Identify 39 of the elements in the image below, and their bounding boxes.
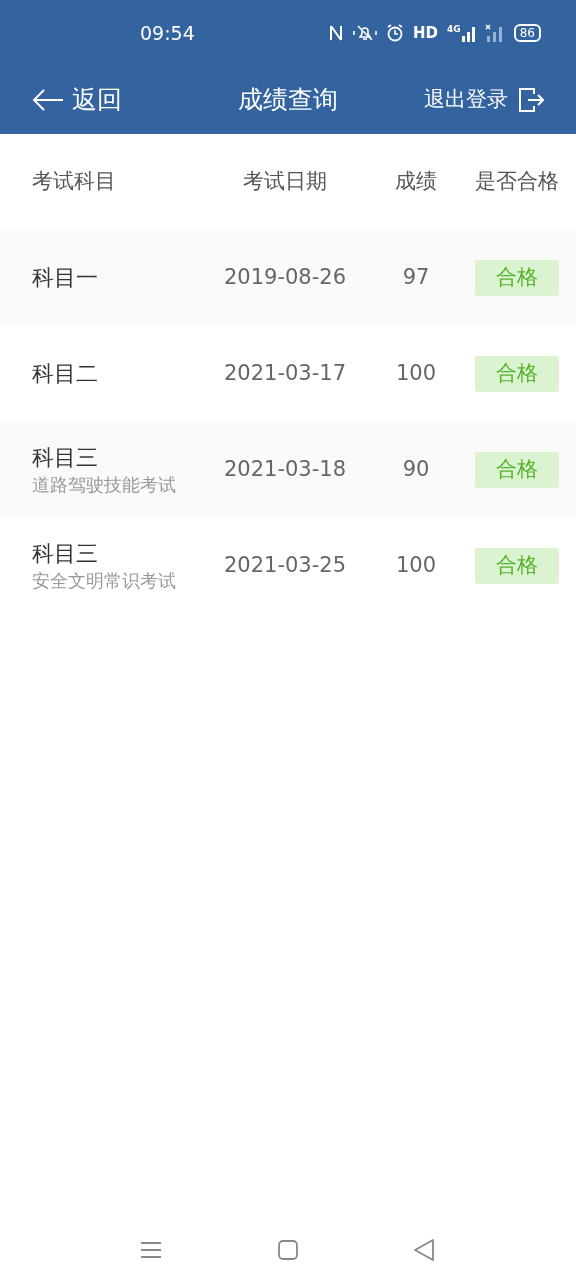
hd-indicator: HD [413, 22, 438, 44]
score: 100 [395, 553, 437, 578]
column-header: 是否合格 [475, 169, 559, 194]
score: 90 [402, 457, 430, 482]
column-header: 成绩 [395, 169, 437, 194]
exam-date: 2021-03-25 [223, 553, 346, 578]
nfc-icon [328, 24, 344, 42]
score: 100 [395, 361, 437, 386]
exam-date: 2021-03-17 [223, 361, 346, 386]
home-icon[interactable] [278, 1240, 298, 1260]
subject-note: 安全文明常识考试 [32, 569, 177, 593]
page-title: 成绩查询 [238, 84, 338, 117]
column-header: 考试科目 [32, 169, 116, 194]
result-badge: 合格 [475, 260, 559, 296]
menu-icon[interactable] [140, 1241, 162, 1259]
exam-date: 2021-03-18 [223, 457, 346, 482]
battery-indicator: 86 [513, 24, 541, 42]
result-badge: 合格 [475, 548, 559, 584]
no-signal-icon [484, 24, 505, 42]
subject-name: 科目三 [32, 540, 99, 568]
back-icon[interactable] [414, 1239, 434, 1261]
score: 97 [402, 265, 430, 290]
result-badge: 合格 [475, 452, 559, 488]
network-type: 4G [447, 24, 461, 34]
subject-note: 道路驾驶技能考试 [32, 473, 177, 497]
logout-icon [518, 87, 544, 113]
subject-name: 科目一 [32, 264, 99, 292]
result-badge: 合格 [475, 356, 559, 392]
back-arrow-icon [32, 88, 64, 112]
signal-icon [461, 25, 476, 42]
subject-name: 科目三 [32, 444, 99, 472]
exam-date: 2019-08-26 [223, 265, 346, 290]
subject-name: 科目二 [32, 360, 99, 388]
status-time: 09:54 [140, 20, 195, 46]
alarm-clock-icon [386, 24, 404, 42]
logout-button[interactable]: 退出登录 [424, 84, 544, 116]
column-header: 考试日期 [243, 169, 327, 194]
back-button[interactable]: 返回 [32, 81, 122, 119]
muted-bell-icon [353, 24, 377, 42]
